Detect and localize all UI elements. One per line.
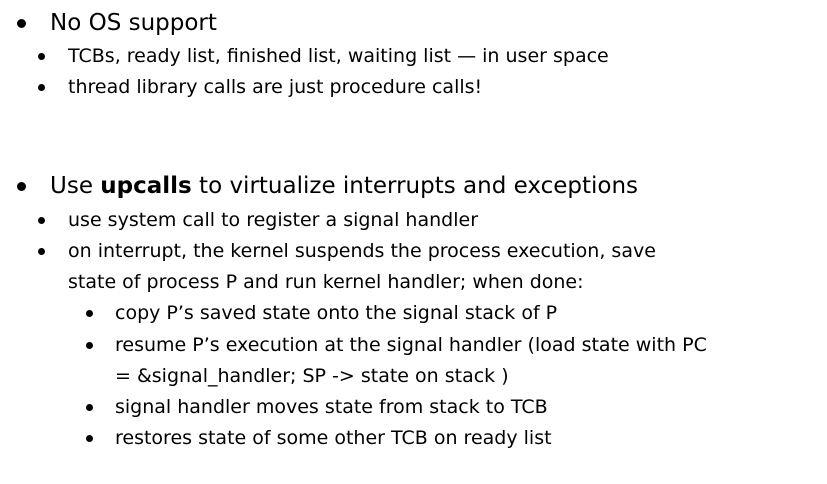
slide: No OS support TCBs, ready list, finished…	[0, 0, 827, 484]
bullet-icon	[17, 19, 26, 28]
section-2-heading-pre: Use	[50, 173, 101, 199]
section-2-subitem-3: signal handler moves state from stack to…	[115, 396, 548, 418]
bullet-icon	[86, 404, 93, 411]
bullet-icon	[38, 84, 45, 91]
bullet-icon	[86, 342, 93, 349]
section-2-subitem-2: resume P’s execution at the signal handl…	[115, 334, 707, 356]
section-1-heading: No OS support	[50, 10, 217, 36]
section-2-item-2-cont: state of process P and run kernel handle…	[68, 271, 584, 293]
section-2-heading-post: to virtualize interrupts and exceptions	[191, 173, 639, 199]
section-2-subitem-2-cont: = &signal_handler; SP -> state on stack …	[115, 365, 509, 387]
bullet-icon	[38, 53, 45, 60]
section-2-subitem-1: copy P’s saved state onto the signal sta…	[115, 302, 558, 324]
bullet-icon	[86, 310, 93, 317]
bullet-icon	[86, 435, 93, 442]
bullet-icon	[17, 182, 26, 191]
section-2-item-1: use system call to register a signal han…	[68, 209, 479, 231]
bullet-icon	[38, 217, 45, 224]
section-2-subitem-4: restores state of some other TCB on read…	[115, 427, 552, 449]
section-1-item-2: thread library calls are just procedure …	[68, 76, 483, 98]
bullet-icon	[38, 248, 45, 255]
section-2-heading-keyword: upcalls	[100, 173, 192, 199]
section-2-heading: Use upcalls to virtualize interrupts and…	[50, 175, 638, 198]
section-1-item-1: TCBs, ready list, finished list, waiting…	[68, 45, 609, 67]
section-2-item-2: on interrupt, the kernel suspends the pr…	[68, 240, 656, 262]
